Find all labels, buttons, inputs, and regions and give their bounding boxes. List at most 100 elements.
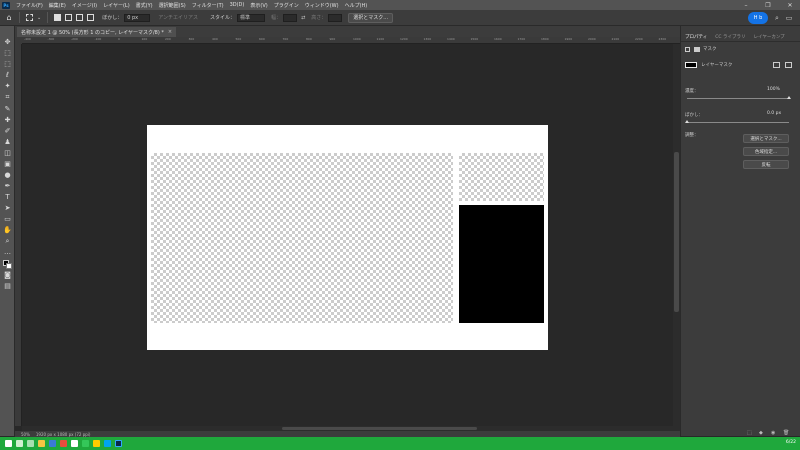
- hand-tool-icon[interactable]: ✋: [3, 226, 12, 235]
- clock[interactable]: 6/22: [786, 440, 796, 445]
- pixel-mask-icon[interactable]: [685, 46, 690, 52]
- marquee-tool-icon[interactable]: [26, 14, 33, 21]
- intersect-selection-icon[interactable]: [87, 14, 95, 21]
- eyedropper-icon[interactable]: ✎: [3, 105, 12, 114]
- minimize-button[interactable]: –: [736, 0, 756, 10]
- document-tab[interactable]: 名称未設定 1 @ 50% (長方形 1 のコピー, レイヤーマスク/8) * …: [17, 27, 177, 37]
- width-input[interactable]: [283, 13, 298, 22]
- eraser-tool-icon[interactable]: ◫: [3, 149, 12, 158]
- ruler-tick-label: 2100: [611, 37, 620, 41]
- type-tool-icon[interactable]: T: [3, 193, 12, 202]
- ruler-tick-label: 2300: [658, 37, 667, 41]
- marquee-tool-icon[interactable]: ⬚: [3, 60, 12, 69]
- menu-plugins[interactable]: プラグイン: [271, 2, 302, 9]
- app-icon[interactable]: [82, 440, 89, 447]
- search-icon[interactable]: [16, 440, 23, 447]
- menu-filter[interactable]: フィルター(T): [189, 2, 227, 9]
- swap-icon[interactable]: ⇄: [301, 15, 305, 21]
- mask-thumbnail[interactable]: [685, 62, 697, 68]
- magic-wand-icon[interactable]: ✦: [3, 82, 12, 91]
- start-icon[interactable]: [5, 440, 12, 447]
- healing-brush-icon[interactable]: ✚: [3, 116, 12, 125]
- invert-button[interactable]: 反転: [743, 160, 789, 169]
- photoshop-taskbar-icon[interactable]: [115, 440, 122, 447]
- density-slider-handle[interactable]: [787, 96, 791, 99]
- feather-slider[interactable]: [687, 122, 789, 123]
- subtract-selection-icon[interactable]: [76, 14, 84, 21]
- document-canvas[interactable]: [147, 125, 548, 350]
- move-tool-icon[interactable]: ✥: [3, 38, 12, 47]
- feather-input[interactable]: 0 px: [124, 13, 151, 22]
- zoom-level[interactable]: 50%: [21, 432, 30, 437]
- ruler-tick-label: 700: [282, 37, 289, 41]
- visibility-icon[interactable]: ◉: [771, 430, 775, 436]
- apply-mask-icon[interactable]: ◆: [759, 430, 763, 436]
- chevron-down-icon[interactable]: ⌄: [37, 15, 41, 21]
- task-view-icon[interactable]: [27, 440, 34, 447]
- dodge-tool-icon[interactable]: ●: [3, 171, 12, 180]
- background-color-swatch[interactable]: [6, 263, 12, 269]
- share-button[interactable]: H b: [748, 12, 768, 24]
- file-explorer-icon[interactable]: [38, 440, 45, 447]
- pen-tool-icon[interactable]: ✒: [3, 182, 12, 191]
- workspace-icon[interactable]: ▭: [784, 12, 794, 24]
- feather-value[interactable]: 0.0 px: [767, 111, 781, 116]
- app-icon[interactable]: [93, 440, 100, 447]
- vector-mask-icon[interactable]: [694, 46, 700, 52]
- add-selection-icon[interactable]: [65, 14, 73, 21]
- ruler-tick-label: 1000: [353, 37, 361, 41]
- maximize-button[interactable]: ❐: [758, 0, 778, 10]
- quick-mask-icon[interactable]: ◙: [3, 271, 12, 280]
- menu-help[interactable]: ヘルプ(H): [342, 2, 371, 9]
- menu-window[interactable]: ウィンドウ(W): [302, 2, 342, 9]
- artboard-tool-icon[interactable]: ⬚: [3, 49, 12, 58]
- style-select[interactable]: 標準: [237, 13, 266, 22]
- menu-select[interactable]: 選択範囲(S): [156, 2, 189, 9]
- height-input[interactable]: [328, 13, 343, 22]
- vertical-scrollbar[interactable]: [673, 44, 680, 426]
- select-and-mask-button[interactable]: 選択とマスク...: [348, 12, 394, 23]
- screen-mode-icon[interactable]: ▤: [3, 282, 12, 291]
- density-value[interactable]: 100%: [767, 87, 780, 92]
- select-pixels-icon[interactable]: [773, 62, 780, 68]
- new-selection-icon[interactable]: [54, 14, 62, 21]
- more-tools-icon[interactable]: …: [3, 248, 12, 257]
- menu-view[interactable]: 表示(V): [247, 2, 270, 9]
- close-window-button[interactable]: ✕: [780, 0, 800, 10]
- menu-3d[interactable]: 3D(D): [227, 2, 248, 8]
- browser-icon[interactable]: [49, 440, 56, 447]
- menu-image[interactable]: イメージ(I): [69, 2, 100, 9]
- app-icon[interactable]: [60, 440, 67, 447]
- gradient-tool-icon[interactable]: ▣: [3, 160, 12, 169]
- load-selection-icon[interactable]: ⬚: [747, 430, 752, 436]
- zoom-tool-icon[interactable]: ⌕: [3, 237, 12, 246]
- close-icon[interactable]: ×: [168, 29, 172, 35]
- tab-properties[interactable]: プロパティ: [681, 34, 711, 40]
- feather-slider-handle[interactable]: [685, 120, 689, 123]
- brush-tool-icon[interactable]: ✐: [3, 127, 12, 136]
- select-and-mask-button[interactable]: 選択とマスク...: [743, 134, 789, 143]
- menu-layer[interactable]: レイヤー(L): [100, 2, 133, 9]
- home-icon[interactable]: ⌂: [3, 12, 15, 24]
- apply-mask-icon[interactable]: [785, 62, 792, 68]
- scroll-thumb[interactable]: [282, 427, 477, 430]
- menu-type[interactable]: 書式(Y): [133, 2, 156, 9]
- crop-tool-icon[interactable]: ⌗: [3, 93, 12, 102]
- ruler-tick-label: 500: [235, 37, 242, 41]
- tab-cc-libraries[interactable]: CC ライブラリ: [711, 34, 749, 40]
- tab-layer-comps[interactable]: レイヤーカンプ: [749, 34, 788, 40]
- lasso-tool-icon[interactable]: ℓ: [3, 71, 12, 80]
- path-select-icon[interactable]: ➤: [3, 204, 12, 213]
- density-slider[interactable]: [687, 98, 789, 99]
- search-icon[interactable]: ⌕: [772, 12, 782, 24]
- app-icon[interactable]: [71, 440, 78, 447]
- color-range-button[interactable]: 色域指定...: [743, 147, 789, 156]
- trash-icon[interactable]: 🗑: [783, 430, 789, 436]
- antialias-checkbox[interactable]: アンチエイリアス: [158, 14, 198, 21]
- rectangle-tool-icon[interactable]: ▭: [3, 215, 12, 224]
- stamp-tool-icon[interactable]: ♟: [3, 138, 12, 147]
- menu-file[interactable]: ファイル(F): [13, 2, 46, 9]
- app-icon[interactable]: [104, 440, 111, 447]
- scroll-thumb[interactable]: [674, 152, 679, 312]
- menu-edit[interactable]: 編集(E): [46, 2, 69, 9]
